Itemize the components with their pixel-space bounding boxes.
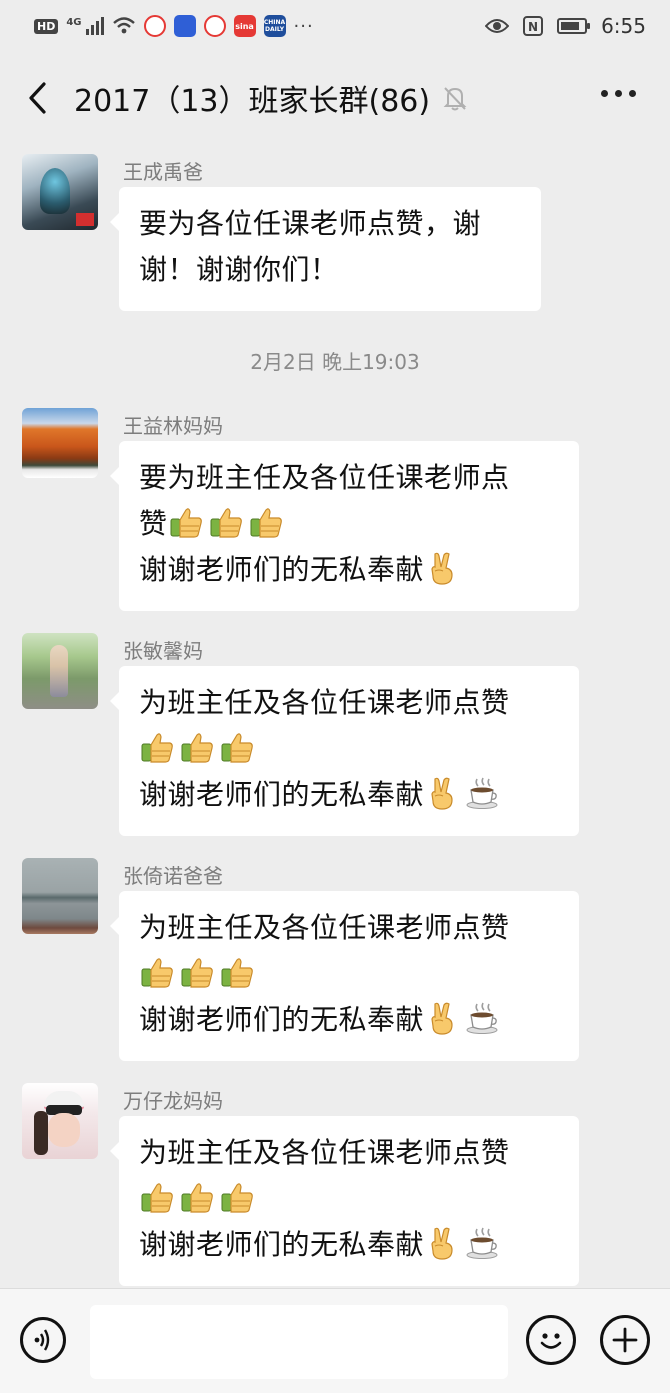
sender-name: 张倚诺爸爸 <box>123 864 223 888</box>
thumbs-up-icon <box>219 954 255 990</box>
baidu-icon <box>173 15 196 37</box>
victory-hand-icon <box>424 1225 460 1261</box>
message-line <box>139 726 559 772</box>
message-bubble[interactable]: 为班主任及各位任课老师点赞 谢谢老师们的无私奉献 <box>110 666 579 836</box>
thumbs-up-icon <box>248 504 284 540</box>
sender-name: 张敏馨妈 <box>123 639 203 663</box>
message-line: 谢！谢谢你们！ <box>139 253 339 286</box>
message-line: 为班主任及各位任课老师点赞 <box>139 1136 510 1169</box>
thumbs-up-icon <box>179 954 215 990</box>
victory-hand-icon <box>424 775 460 811</box>
hd-badge: HD <box>34 18 59 34</box>
signal-icon <box>85 17 104 35</box>
message-line <box>139 951 559 997</box>
back-icon[interactable] <box>24 80 54 116</box>
message-bubble[interactable]: 要为班主任及各位任课老师点 赞 谢谢老师们的无私奉献 <box>110 441 579 611</box>
thumbs-up-icon <box>139 954 175 990</box>
app-icon <box>143 15 166 37</box>
sender-name: 万仔龙妈妈 <box>123 1089 223 1113</box>
status-time: 6:55 <box>601 14 646 38</box>
status-left: HD 4G sina CHINA DAILY ··· <box>34 14 314 38</box>
message-bubble[interactable]: 为班主任及各位任课老师点赞 谢谢老师们的无私奉献 <box>110 1116 579 1286</box>
input-bar <box>0 1288 670 1393</box>
thumbs-up-icon <box>139 729 175 765</box>
avatar[interactable] <box>22 154 98 230</box>
message-line: 谢谢老师们的无私奉献 <box>139 547 559 593</box>
status-right: N 6:55 <box>485 12 646 40</box>
thumbs-up-icon <box>179 729 215 765</box>
thumbs-up-icon <box>219 1179 255 1215</box>
message-line: 赞 <box>139 501 559 547</box>
message-text: 谢谢老师们的无私奉献 <box>139 778 425 811</box>
nfc-icon: N <box>523 16 544 36</box>
more-notifications: ··· <box>293 15 314 37</box>
thumbs-up-icon <box>168 504 204 540</box>
wifi-icon <box>112 17 135 34</box>
battery-icon <box>557 18 591 34</box>
sender-name: 王成禹爸 <box>123 160 203 184</box>
emoji-icon[interactable] <box>526 1315 576 1365</box>
thumbs-up-icon <box>139 1179 175 1215</box>
thumbs-up-icon <box>219 729 255 765</box>
avatar[interactable] <box>22 858 98 934</box>
coffee-icon <box>464 1225 500 1261</box>
svg-text:N: N <box>528 20 538 34</box>
message-text: 谢谢老师们的无私奉献 <box>139 553 425 586</box>
mute-bell-icon <box>443 87 467 111</box>
sender-name: 王益林妈妈 <box>123 414 223 438</box>
thumbs-up-icon <box>208 504 244 540</box>
plus-icon[interactable] <box>600 1315 650 1365</box>
avatar[interactable] <box>22 408 98 478</box>
eye-icon <box>485 19 510 33</box>
chat-title: 2017（13）班家长群(86) <box>74 84 431 119</box>
message-line: 为班主任及各位任课老师点赞 <box>139 686 510 719</box>
message-text: 谢谢老师们的无私奉献 <box>139 1003 425 1036</box>
message-text: 谢谢老师们的无私奉献 <box>139 1228 425 1261</box>
coffee-icon <box>464 1000 500 1036</box>
message-line: 要为各位任课老师点赞，谢 <box>139 207 482 240</box>
more-icon[interactable] <box>601 90 636 97</box>
message-line <box>139 1176 559 1222</box>
message-text: 赞 <box>139 507 168 540</box>
message-line: 谢谢老师们的无私奉献 <box>139 772 559 818</box>
coffee-icon <box>464 775 500 811</box>
time-separator: 2月2日 晚上19:03 <box>250 350 420 374</box>
message-line: 为班主任及各位任课老师点赞 <box>139 911 510 944</box>
message-bubble[interactable]: 要为各位任课老师点赞，谢 谢！谢谢你们！ <box>110 187 541 311</box>
avatar[interactable] <box>22 1083 98 1159</box>
avatar[interactable] <box>22 633 98 709</box>
network-type: 4G <box>66 16 82 28</box>
china-daily-icon: CHINA DAILY <box>263 15 286 37</box>
message-input[interactable] <box>90 1305 508 1379</box>
voice-icon[interactable] <box>20 1317 66 1363</box>
victory-hand-icon <box>424 1000 460 1036</box>
victory-hand-icon <box>424 550 460 586</box>
message-line: 谢谢老师们的无私奉献 <box>139 997 559 1043</box>
app-icon <box>203 15 226 37</box>
weibo-icon: sina <box>233 15 256 37</box>
chat-header: 2017（13）班家长群(86) <box>0 52 670 142</box>
message-line: 谢谢老师们的无私奉献 <box>139 1222 559 1268</box>
status-bar: HD 4G sina CHINA DAILY ··· N 6:55 <box>0 0 670 52</box>
message-bubble[interactable]: 为班主任及各位任课老师点赞 谢谢老师们的无私奉献 <box>110 891 579 1061</box>
title-wrap: 2017（13）班家长群(86) <box>74 76 470 120</box>
message-line: 要为班主任及各位任课老师点 <box>139 461 510 494</box>
thumbs-up-icon <box>179 1179 215 1215</box>
